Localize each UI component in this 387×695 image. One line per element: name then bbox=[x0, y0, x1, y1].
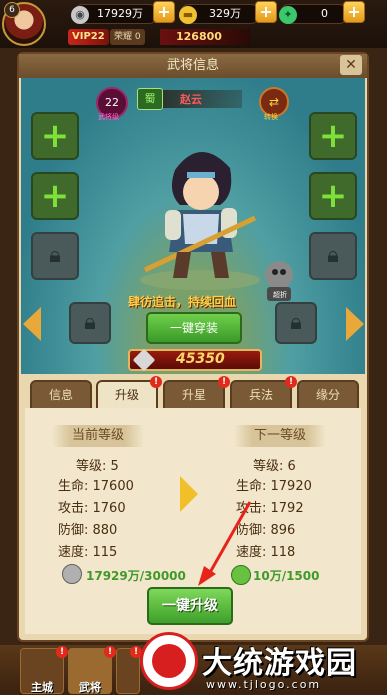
hero-name: 赵云 bbox=[180, 93, 202, 106]
nav-heroes-badge: ! bbox=[104, 646, 116, 658]
jade-resource: ✦ 0 bbox=[279, 4, 348, 24]
silver-cost: 17929万/30000 bbox=[86, 569, 186, 583]
previous-hero-arrow-icon[interactable] bbox=[23, 307, 41, 341]
gold-ingot-icon: ▬ bbox=[179, 6, 197, 24]
watermark-logo-mark bbox=[152, 644, 186, 678]
equip-slot-add[interactable]: + bbox=[31, 112, 79, 160]
current-def-stat: 防御: 880 bbox=[58, 523, 118, 538]
tab-info[interactable]: 信息 bbox=[30, 380, 92, 410]
hero-skill-text: 肆彷追击，持续回血 bbox=[128, 295, 237, 309]
add-gold-button[interactable]: + bbox=[255, 1, 277, 23]
next-level-header: 下一等级 bbox=[234, 425, 326, 447]
equip-slot-locked[interactable]: 🔒︎ bbox=[275, 302, 317, 344]
plus-icon: + bbox=[318, 116, 348, 156]
watermark-title: 大统游戏园 bbox=[202, 646, 357, 681]
equip-slot-add[interactable]: + bbox=[309, 112, 357, 160]
jade-icon: ✦ bbox=[279, 6, 297, 24]
panel-title: 武将信息 bbox=[19, 54, 367, 78]
current-level-header: 当前等级 bbox=[52, 425, 144, 447]
equip-slot-locked[interactable]: 🔒︎ bbox=[69, 302, 111, 344]
equip-slot-add[interactable]: + bbox=[309, 172, 357, 220]
tab-tactics-badge: ! bbox=[285, 376, 297, 388]
vip-badge[interactable]: VIP22 bbox=[68, 29, 109, 45]
current-spd-stat: 速度: 115 bbox=[58, 545, 118, 560]
plus-icon: + bbox=[318, 176, 348, 216]
jade-amount: 0 bbox=[321, 7, 328, 20]
kingdom-badge: 蜀 bbox=[137, 88, 163, 110]
silver-coin-icon bbox=[62, 564, 82, 584]
potion-cost: 10万/1500 bbox=[253, 569, 320, 583]
tab-upgrade-badge: ! bbox=[150, 376, 162, 388]
tab-tactics[interactable]: 兵法 bbox=[230, 380, 292, 410]
tab-upgrade[interactable]: 升级 bbox=[96, 380, 158, 410]
lock-icon: 🔒︎ bbox=[327, 243, 339, 268]
lock-icon: 🔒︎ bbox=[84, 310, 96, 335]
one-click-upgrade-button[interactable]: 一键升级 bbox=[147, 587, 233, 625]
guide-arrow-icon bbox=[198, 501, 252, 586]
gold-resource: ▬ 329万 bbox=[179, 4, 260, 24]
current-level-stat: 等级: 5 bbox=[76, 459, 119, 474]
nav-main-city-badge: ! bbox=[56, 646, 68, 658]
player-level-badge: 6 bbox=[4, 2, 20, 18]
gold-amount: 329万 bbox=[209, 7, 241, 20]
tab-star-up-badge: ! bbox=[218, 376, 230, 388]
hero-level-label: 武将级 bbox=[98, 113, 119, 121]
swap-hero-label: 转换 bbox=[264, 113, 278, 121]
plus-icon: + bbox=[40, 176, 70, 216]
nav-main-city-label: 主城 bbox=[31, 681, 53, 694]
equip-slot-locked[interactable]: 🔒︎ bbox=[31, 232, 79, 280]
current-atk-stat: 攻击: 1760 bbox=[58, 501, 126, 516]
silver-coin-icon: ◉ bbox=[71, 6, 89, 24]
discount-label: 超折 bbox=[273, 291, 287, 299]
close-button[interactable]: ✕ bbox=[340, 55, 362, 75]
next-level-stat: 等级: 6 bbox=[253, 459, 296, 474]
add-jade-button[interactable]: + bbox=[343, 1, 365, 23]
honor-badge: 荣耀 0 bbox=[110, 29, 145, 45]
equip-slot-locked[interactable]: 🔒︎ bbox=[309, 232, 357, 280]
tab-fate[interactable]: 缘分 bbox=[297, 380, 359, 410]
plus-icon: + bbox=[40, 116, 70, 156]
current-hp-stat: 生命: 17600 bbox=[58, 479, 134, 494]
silver-amount: 17929万 bbox=[97, 7, 143, 20]
auto-equip-button[interactable]: 一键穿装 bbox=[146, 312, 242, 344]
next-hp-stat: 生命: 17920 bbox=[236, 479, 312, 494]
lock-icon: 🔒︎ bbox=[49, 243, 61, 268]
tab-star-up[interactable]: 升星 bbox=[163, 380, 225, 410]
silver-resource: ◉ 17929万 bbox=[71, 4, 158, 24]
watermark-url: www.tjlogo.com bbox=[206, 678, 322, 691]
next-hero-arrow-icon[interactable] bbox=[346, 307, 364, 341]
add-silver-button[interactable]: + bbox=[153, 1, 175, 23]
nav-heroes-label: 武将 bbox=[79, 681, 101, 694]
hero-character-illustration bbox=[140, 151, 260, 290]
player-power: 126800 bbox=[160, 29, 250, 45]
lock-icon: 🔒︎ bbox=[290, 310, 302, 335]
equip-slot-add[interactable]: + bbox=[31, 172, 79, 220]
hero-power-value: 45350 bbox=[176, 351, 225, 367]
